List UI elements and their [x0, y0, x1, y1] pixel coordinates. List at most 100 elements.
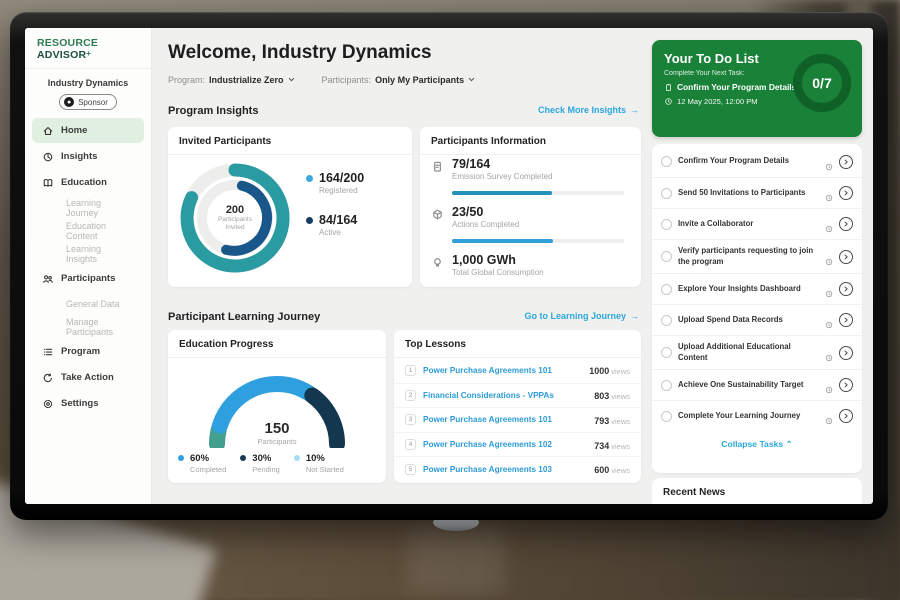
- lesson-link[interactable]: Power Purchase Agreements 101: [423, 415, 587, 424]
- todo-task-row[interactable]: Verify participants requesting to join t…: [652, 239, 862, 273]
- todo-task-row[interactable]: Invite a Collaborator: [652, 208, 862, 239]
- clock-icon: [664, 97, 673, 106]
- sidebar-item-settings[interactable]: Settings: [32, 391, 144, 416]
- top-lessons-list: 1 Power Purchase Agreements 101 1000view…: [394, 358, 641, 481]
- lesson-row[interactable]: 1 Power Purchase Agreements 101 1000view…: [394, 358, 641, 383]
- task-go-button[interactable]: [839, 409, 853, 423]
- invited-participants-card: Invited Participants 200 Participants In…: [168, 127, 412, 287]
- task-go-button[interactable]: [839, 217, 853, 231]
- participants-filter-value: Only My Participants: [375, 75, 464, 85]
- task-checkbox[interactable]: [661, 219, 672, 230]
- legend-dot: [306, 217, 313, 224]
- lesson-row[interactable]: 3 Power Purchase Agreements 101 793views: [394, 407, 641, 432]
- sidebar-subitem-learning-insights[interactable]: Learning Insights: [32, 242, 144, 265]
- todo-task-row[interactable]: Confirm Your Program Details: [652, 146, 862, 177]
- sidebar-subitem-learning-journey[interactable]: Learning Journey: [32, 196, 144, 219]
- task-go-button[interactable]: [839, 282, 853, 296]
- lesson-row[interactable]: 5 Power Purchase Agreements 103 600views: [394, 456, 641, 481]
- task-label: Confirm Your Program Details: [678, 156, 819, 167]
- lesson-rank: 5: [405, 464, 416, 475]
- invited-participants-donut-chart: 200 Participants Invited: [176, 159, 294, 277]
- sidebar-item-education[interactable]: Education: [32, 170, 144, 195]
- sidebar-item-take-action[interactable]: Take Action: [32, 365, 144, 390]
- page-title: Welcome, Industry Dynamics: [168, 42, 432, 64]
- take-action-icon: [42, 372, 54, 384]
- participants-information-card: Participants Information 79/164Emission …: [420, 127, 641, 287]
- task-label: Achieve One Sustainability Target: [678, 380, 819, 391]
- lesson-link[interactable]: Financial Considerations - VPPAs: [423, 391, 587, 400]
- legend-dot: [294, 455, 300, 461]
- go-to-learning-journey-link[interactable]: Go to Learning Journey→: [524, 311, 639, 321]
- check-more-insights-link[interactable]: Check More Insights→: [538, 105, 639, 115]
- task-go-button[interactable]: [839, 313, 853, 327]
- todo-progress-ring: 0/7: [793, 54, 851, 112]
- task-label: Upload Additional Educational Content: [678, 342, 819, 363]
- todo-task-row[interactable]: Upload Additional Educational Content: [652, 335, 862, 369]
- monitor-stand-reflection: [408, 524, 504, 594]
- recent-news-card: Recent News: [652, 478, 862, 504]
- donut-center-label: 200 Participants Invited: [176, 159, 294, 277]
- task-checkbox[interactable]: [661, 347, 672, 358]
- education-progress-gauge-chart: 150 Participants: [192, 356, 362, 448]
- sponsor-badge[interactable]: ● Sponsor: [59, 94, 117, 110]
- task-label: Explore Your Insights Dashboard: [678, 284, 819, 295]
- lesson-views: 1000: [589, 366, 609, 376]
- todo-task-row[interactable]: Complete Your Learning Journey: [652, 400, 862, 431]
- todo-task-row[interactable]: Achieve One Sustainability Target: [652, 369, 862, 400]
- todo-next-task: Confirm Your Program Details: [677, 82, 796, 92]
- task-clock-icon: [825, 285, 833, 293]
- lesson-views: 734: [594, 441, 609, 451]
- top-lessons-card: Top Lessons 1 Power Purchase Agreements …: [394, 330, 641, 483]
- lesson-row[interactable]: 2 Financial Considerations - VPPAs 803vi…: [394, 383, 641, 408]
- settings-icon: [42, 398, 54, 410]
- education-progress-legend: 60%Completed 30%Pending 10%Not Started: [178, 453, 380, 474]
- recent-news-title: Recent News: [652, 478, 862, 504]
- program-icon: [42, 346, 54, 358]
- sidebar-nav: HomeInsightsEducationLearning JourneyEdu…: [25, 118, 151, 416]
- sidebar: RESOURCE ADVISOR+ Industry Dynamics ● Sp…: [25, 28, 152, 504]
- task-go-button[interactable]: [839, 186, 853, 200]
- lesson-row[interactable]: 4 Power Purchase Agreements 102 734views: [394, 432, 641, 457]
- participants-filter[interactable]: Participants:Only My Participants: [322, 75, 477, 85]
- arrow-right-icon: →: [630, 311, 639, 321]
- lesson-link[interactable]: Power Purchase Agreements 102: [423, 440, 587, 449]
- task-checkbox[interactable]: [661, 284, 672, 295]
- task-checkbox[interactable]: [661, 411, 672, 422]
- task-clock-icon: [825, 158, 833, 166]
- legend-dot: [240, 455, 246, 461]
- lesson-link[interactable]: Power Purchase Agreements 101: [423, 366, 582, 375]
- todo-task-row[interactable]: Send 50 Invitations to Participants: [652, 177, 862, 208]
- lesson-views: 600: [594, 465, 609, 475]
- task-checkbox[interactable]: [661, 251, 672, 262]
- learning-journey-title: Participant Learning Journey: [168, 311, 320, 323]
- collapse-tasks-link[interactable]: Collapse Tasks ⌃: [652, 431, 862, 452]
- task-go-button[interactable]: [839, 346, 853, 360]
- survey-icon: [431, 160, 444, 173]
- sidebar-subitem-manage-participants[interactable]: Manage Participants: [32, 315, 144, 338]
- program-filter[interactable]: Program:Industrialize Zero: [168, 75, 296, 85]
- todo-progress-count: 0/7: [812, 75, 831, 91]
- todo-task-row[interactable]: Explore Your Insights Dashboard: [652, 273, 862, 304]
- sidebar-item-home[interactable]: Home: [32, 118, 144, 143]
- lesson-link[interactable]: Power Purchase Agreements 103: [423, 465, 587, 474]
- task-checkbox[interactable]: [661, 156, 672, 167]
- todo-task-row[interactable]: Upload Spend Data Records: [652, 304, 862, 335]
- lesson-rank: 1: [405, 365, 416, 376]
- logo-resource: RESOURCE: [37, 37, 98, 49]
- app-logo[interactable]: RESOURCE ADVISOR+: [25, 28, 151, 69]
- sidebar-item-participants[interactable]: Participants: [32, 266, 144, 291]
- task-checkbox[interactable]: [661, 315, 672, 326]
- sidebar-subitem-education-content[interactable]: Education Content: [32, 219, 144, 242]
- stat-row: 23/50Actions Completed: [431, 205, 629, 229]
- task-checkbox[interactable]: [661, 188, 672, 199]
- sidebar-item-program[interactable]: Program: [32, 339, 144, 364]
- stat-row: 1,000 GWhTotal Global Consumption: [431, 253, 629, 277]
- task-go-button[interactable]: [839, 250, 853, 264]
- sidebar-subitem-general-data[interactable]: General Data: [32, 292, 144, 315]
- progress-fill: [452, 239, 553, 243]
- sidebar-item-insights[interactable]: Insights: [32, 144, 144, 169]
- task-clock-icon: [825, 253, 833, 261]
- task-go-button[interactable]: [839, 155, 853, 169]
- task-go-button[interactable]: [839, 378, 853, 392]
- task-checkbox[interactable]: [661, 380, 672, 391]
